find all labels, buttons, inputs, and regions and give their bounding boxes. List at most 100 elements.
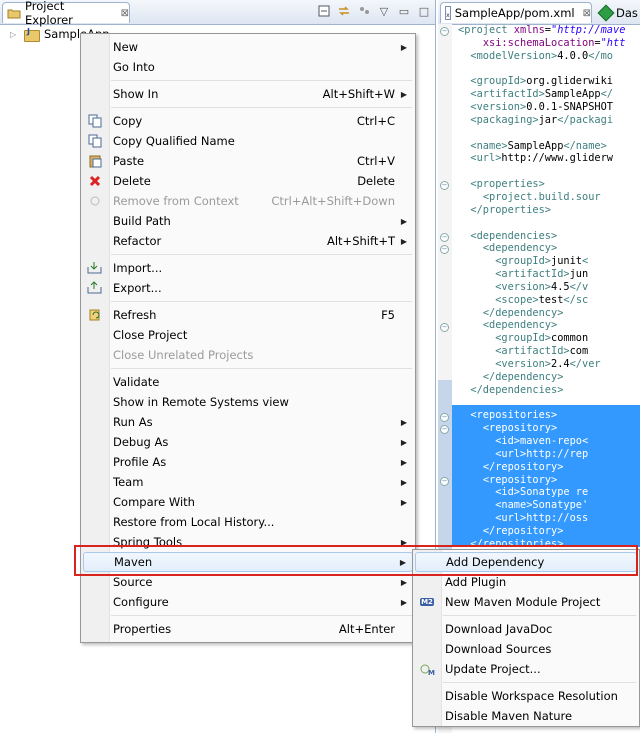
maven-module-icon: M2 xyxy=(420,598,434,606)
tab-pom-xml[interactable]: x SampleApp/pom.xml ⊠ xyxy=(440,2,592,23)
menu-item-label: Remove from Context xyxy=(113,194,239,208)
tab-project-explorer[interactable]: Project Explorer ⊠ xyxy=(2,0,130,27)
menu-item-import[interactable]: Import... xyxy=(83,258,413,278)
dashboard-icon xyxy=(597,4,615,21)
menu-item-label: Source xyxy=(113,575,153,589)
menu-item-build-path[interactable]: Build Path ▶ xyxy=(83,211,413,231)
filter-icon[interactable] xyxy=(357,4,371,18)
menu-item-profile-as[interactable]: Profile As ▶ xyxy=(83,452,413,472)
tab-dashboard[interactable]: Das xyxy=(596,2,640,23)
menu-item-label: Add Plugin xyxy=(445,575,507,589)
maximize-icon[interactable]: □ xyxy=(417,4,431,18)
menu-item-shortcut: Alt+Enter xyxy=(338,622,395,636)
menu-item-configure[interactable]: Configure ▶ xyxy=(83,592,413,612)
menu-item-show-in-remote-systems-view[interactable]: Show in Remote Systems view xyxy=(83,392,413,412)
maven-submenu: Add Dependency Add Plugin M2 New Maven Modu… xyxy=(412,549,640,727)
code-token: 0.0.1-SNAPSHOT xyxy=(526,101,613,114)
update-project-icon: M xyxy=(418,661,436,677)
submenu-arrow-icon: ▶ xyxy=(400,497,407,507)
menu-item-restore-from-local-history[interactable]: Restore from Local History... xyxy=(83,512,413,532)
menu-item-properties[interactable]: Properties Alt+Enter xyxy=(83,619,413,639)
java-project-icon: J xyxy=(24,27,40,42)
tab-label: SampleApp/pom.xml xyxy=(454,6,575,20)
menu-item-label: Refresh xyxy=(113,308,157,322)
menu-item-update-project[interactable]: M Update Project... xyxy=(415,659,637,679)
menu-item-paste[interactable]: Paste Ctrl+V xyxy=(83,151,413,171)
menu-item-add-dependency[interactable]: Add Dependency xyxy=(415,552,637,572)
tab-label: Project Explorer xyxy=(25,0,73,27)
link-with-editor-icon[interactable] xyxy=(337,4,351,18)
menu-item-spring-tools[interactable]: Spring Tools ▶ xyxy=(83,532,413,552)
menu-item-compare-with[interactable]: Compare With ▶ xyxy=(83,492,413,512)
minimize-icon[interactable]: ▭ xyxy=(397,4,411,18)
fold-toggle-icon[interactable]: − xyxy=(440,232,449,242)
fold-toggle-icon[interactable]: − xyxy=(440,476,449,486)
menu-item-add-plugin[interactable]: Add Plugin xyxy=(415,572,637,592)
code-line: <version>2.4</ver xyxy=(458,358,640,371)
fold-toggle-icon[interactable]: − xyxy=(440,27,449,36)
close-icon[interactable]: ⊠ xyxy=(583,8,591,19)
code-line: <groupId>org.gliderwiki xyxy=(458,75,640,88)
menu-item-go-into[interactable]: Go Into xyxy=(83,57,413,77)
code-line: <dependency> xyxy=(458,319,640,332)
code-token: <repositories> xyxy=(470,409,558,422)
menu-item-delete[interactable]: Delete Delete xyxy=(83,171,413,191)
code-token: <id> xyxy=(495,435,521,447)
fold-toggle-icon[interactable]: − xyxy=(440,322,449,332)
code-token: common xyxy=(551,332,589,345)
menu-item-export[interactable]: Export... xyxy=(83,278,413,298)
menu-separator xyxy=(111,107,412,108)
menu-item-label: Download JavaDoc xyxy=(445,622,553,636)
code-token: </repository> xyxy=(482,524,564,537)
menu-item-copy-qualified-name[interactable]: Copy Qualified Name xyxy=(83,131,413,151)
menu-item-disable-workspace-resolution[interactable]: Disable Workspace Resolution xyxy=(415,686,637,706)
menu-item-download-javadoc[interactable]: Download JavaDoc xyxy=(415,619,637,639)
view-menu-icon[interactable]: ▽ xyxy=(377,4,391,18)
close-icon[interactable]: ⊠ xyxy=(121,8,129,19)
code-token: com xyxy=(569,345,589,358)
menu-item-close-project[interactable]: Close Project xyxy=(83,325,413,345)
menu-item-team[interactable]: Team ▶ xyxy=(83,472,413,492)
menu-item-run-as[interactable]: Run As ▶ xyxy=(83,412,413,432)
menu-item-download-sources[interactable]: Download Sources xyxy=(415,639,637,659)
menu-item-new-maven-module-project[interactable]: M2 New Maven Module Project xyxy=(415,592,637,612)
menu-item-label: Close Unrelated Projects xyxy=(113,348,254,362)
menu-item-refactor[interactable]: Refactor Alt+Shift+T ▶ xyxy=(83,231,413,251)
code-token: <artifactId> xyxy=(495,345,570,358)
expand-icon[interactable]: ▷ xyxy=(10,30,20,39)
menu-item-label: Update Project... xyxy=(445,662,541,676)
menu-item-shortcut: Ctrl+C xyxy=(356,114,395,128)
code-line: <url>http://www.gliderw xyxy=(458,152,640,165)
code-token: jun xyxy=(569,268,589,281)
collapse-all-icon[interactable] xyxy=(317,4,331,18)
menu-item-debug-as[interactable]: Debug As ▶ xyxy=(83,432,413,452)
menu-item-copy[interactable]: Copy Ctrl+C xyxy=(83,111,413,131)
menu-item-validate[interactable]: Validate xyxy=(83,372,413,392)
menu-item-maven[interactable]: Maven ▶ xyxy=(83,552,413,572)
menu-item-show-in[interactable]: Show In Alt+Shift+W ▶ xyxy=(83,84,413,104)
menu-item-disable-maven-nature[interactable]: Disable Maven Nature xyxy=(415,706,637,726)
code-line: <packaging>jar</packagi xyxy=(458,114,640,127)
menu-item-source[interactable]: Source ▶ xyxy=(83,572,413,592)
fold-toggle-icon[interactable]: − xyxy=(440,412,449,422)
code-token: <repository> xyxy=(482,473,558,486)
code-token: </sc xyxy=(563,293,589,306)
menu-item-refresh[interactable]: Refresh F5 xyxy=(83,305,413,325)
code-text[interactable]: <project xmlns="http://mave xsi:schemaLo… xyxy=(458,24,640,551)
code-token: </ver xyxy=(569,357,601,370)
code-line: <name>Sonatype' xyxy=(458,499,640,512)
menu-item-new[interactable]: New ▶ xyxy=(83,37,413,57)
code-token: 2.4 xyxy=(551,357,570,370)
menu-item-label: Properties xyxy=(113,622,172,636)
